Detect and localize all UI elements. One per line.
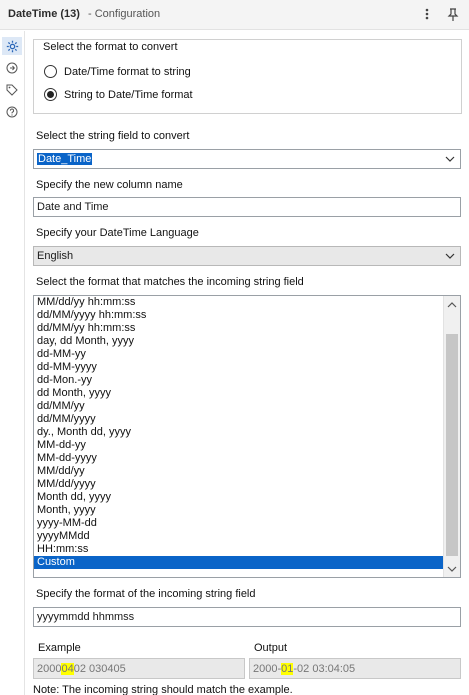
example-label: Example <box>38 642 81 654</box>
chevron-down-icon <box>445 253 455 259</box>
format-list-item[interactable]: day, dd Month, yyyy <box>34 335 444 348</box>
conversion-group-legend: Select the format to convert <box>41 41 180 53</box>
radio-label: String to Date/Time format <box>64 88 193 101</box>
string-field-label: Select the string field to convert <box>36 130 190 142</box>
radio-label: Date/Time format to string <box>64 65 191 78</box>
output-label: Output <box>254 642 288 654</box>
language-dropdown[interactable]: English <box>33 246 461 266</box>
format-list-item[interactable]: HH:mm:ss <box>34 543 444 556</box>
tag-icon[interactable] <box>5 83 19 97</box>
config-sidebar <box>0 31 25 695</box>
format-list-item[interactable]: Month, yyyy <box>34 504 444 517</box>
format-list-item[interactable]: MM/dd/yy <box>34 465 444 478</box>
radio-button-checked[interactable] <box>44 88 57 101</box>
pin-icon[interactable] <box>445 6 461 22</box>
format-list-item[interactable]: MM-dd-yyyy <box>34 452 444 465</box>
string-field-value: Date_Time <box>37 153 93 165</box>
format-list-label: Select the format that matches the incom… <box>36 276 304 288</box>
radio-string-to-datetime[interactable]: String to Date/Time format <box>44 88 193 101</box>
format-list-item[interactable]: dd/MM/yyyy hh:mm:ss <box>34 309 444 322</box>
chevron-down-icon <box>445 156 455 162</box>
language-label: Specify your DateTime Language <box>36 227 199 239</box>
scroll-down-icon[interactable] <box>447 564 457 574</box>
format-list-item[interactable]: dd-MM-yyyy <box>34 361 444 374</box>
format-list-item[interactable]: yyyy-MM-dd <box>34 517 444 530</box>
format-list-item[interactable]: dy., Month dd, yyyy <box>34 426 444 439</box>
custom-format-label: Specify the format of the incoming strin… <box>36 588 256 600</box>
format-list-item[interactable]: MM/dd/yy hh:mm:ss <box>34 296 444 309</box>
output-highlight: 01 <box>281 662 294 675</box>
match-note: Note: The incoming string should match t… <box>33 684 293 695</box>
format-list-item[interactable]: dd-MM-yy <box>34 348 444 361</box>
more-options-icon[interactable] <box>419 6 435 22</box>
format-list-item[interactable]: Custom <box>34 556 444 569</box>
gear-icon[interactable] <box>2 37 22 55</box>
output-text-prefix: 2000- <box>253 662 282 675</box>
output-field: 2000- 01 -02 03:04:05 <box>249 658 461 679</box>
new-column-value: Date and Time <box>37 201 109 213</box>
format-list-scrollbar[interactable] <box>443 296 460 577</box>
output-text-suffix: -02 03:04:05 <box>293 662 356 675</box>
custom-format-value: yyyymmdd hhmmss <box>37 611 135 623</box>
format-list-item[interactable]: dd-Mon.-yy <box>34 374 444 387</box>
example-field: 2000 04 02 030405 <box>33 658 245 679</box>
radio-button[interactable] <box>44 65 57 78</box>
custom-format-input[interactable]: yyyymmdd hhmmss <box>33 607 461 627</box>
navigate-arrow-icon[interactable] <box>5 61 19 75</box>
radio-datetime-to-string[interactable]: Date/Time format to string <box>44 65 191 78</box>
format-list-item[interactable]: dd/MM/yyyy <box>34 413 444 426</box>
help-icon[interactable] <box>5 105 19 119</box>
format-list-item[interactable]: MM-dd-yy <box>34 439 444 452</box>
format-list-item[interactable]: MM/dd/yyyy <box>34 478 444 491</box>
language-value: English <box>37 250 74 262</box>
config-subtitle: - Configuration <box>88 8 161 20</box>
new-column-label: Specify the new column name <box>36 179 183 191</box>
string-field-dropdown[interactable]: Date_Time <box>33 149 461 169</box>
format-list-item[interactable]: yyyyMMdd <box>34 530 444 543</box>
example-text-prefix: 2000 <box>37 662 62 675</box>
example-text-suffix: 02 030405 <box>73 662 126 675</box>
format-listbox[interactable]: MM/dd/yy hh:mm:ss dd/MM/yyyy hh:mm:ss dd/M… <box>33 295 461 578</box>
format-list-item[interactable]: dd/MM/yy hh:mm:ss <box>34 322 444 335</box>
tool-title: DateTime (13) <box>8 8 80 20</box>
format-list-item[interactable]: Month dd, yyyy <box>34 491 444 504</box>
format-list-item[interactable]: dd/MM/yy <box>34 400 444 413</box>
format-list-item[interactable]: dd Month, yyyy <box>34 387 444 400</box>
example-highlight: 04 <box>61 662 74 675</box>
config-header: DateTime (13) - Configuration <box>0 0 469 30</box>
scroll-up-icon[interactable] <box>447 300 457 310</box>
new-column-input[interactable]: Date and Time <box>33 197 461 217</box>
scroll-thumb[interactable] <box>446 334 458 556</box>
format-list-items: MM/dd/yy hh:mm:ss dd/MM/yyyy hh:mm:ss dd/M… <box>34 296 444 569</box>
